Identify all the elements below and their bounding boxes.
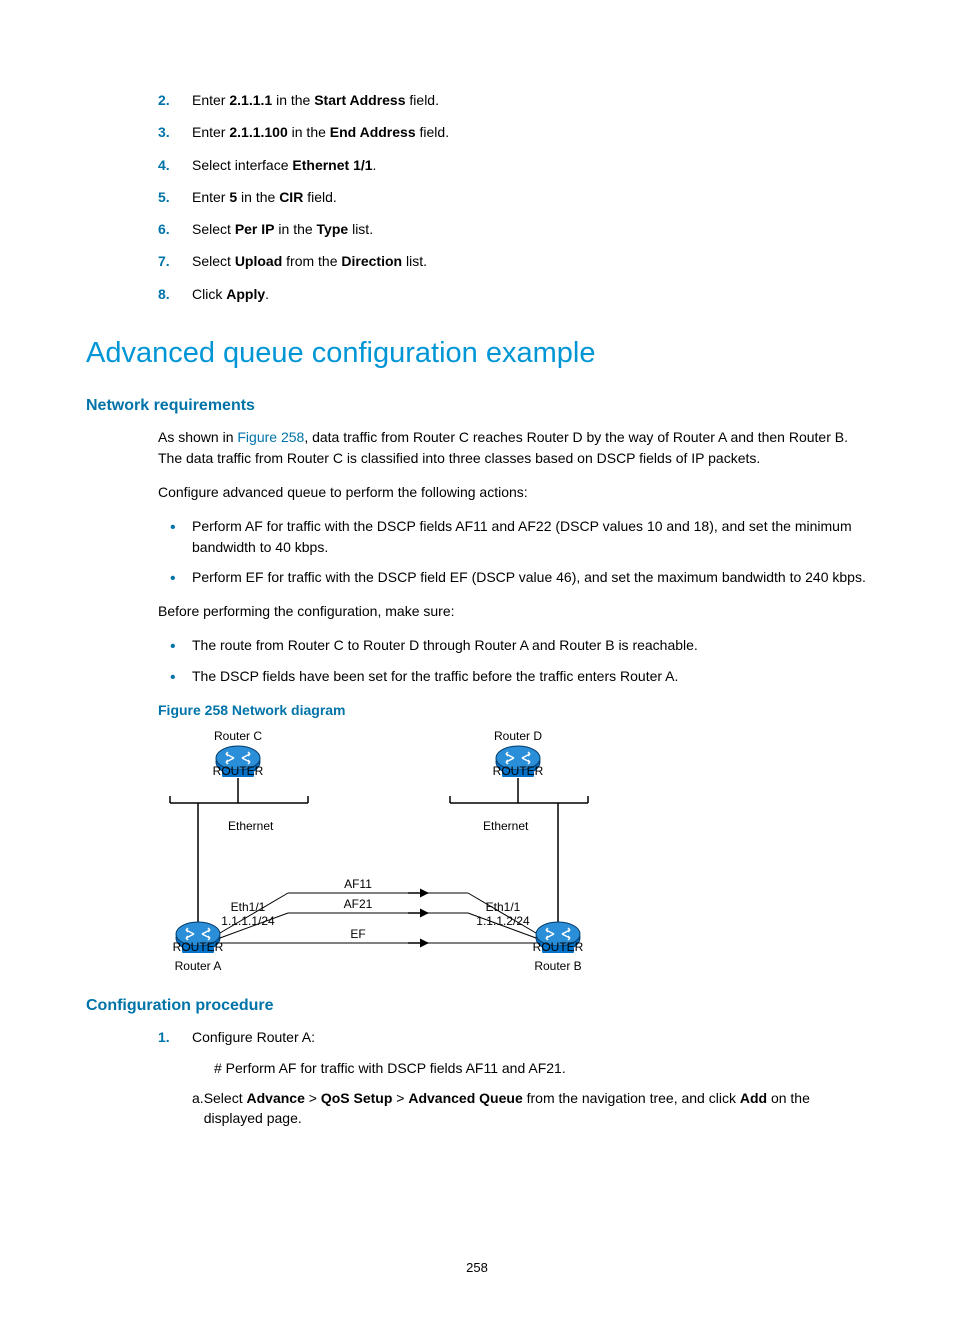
substep-letter: a.	[192, 1088, 204, 1129]
substep-text: Select Advance > QoS Setup > Advanced Qu…	[204, 1088, 868, 1129]
step-number: 6.	[158, 219, 192, 239]
page-number: 258	[86, 1259, 868, 1278]
text: As shown in	[158, 429, 237, 445]
label-ethernet-right: Ethernet	[483, 819, 529, 833]
label-ethernet-left: Ethernet	[228, 819, 274, 833]
prereq-bullet-list: The route from Router C to Router D thro…	[158, 635, 868, 686]
bullet-item: Perform AF for traffic with the DSCP fie…	[158, 516, 868, 557]
step-text: Click Apply.	[192, 284, 269, 304]
step-text: Enter 2.1.1.100 in the End Address field…	[192, 122, 449, 142]
requirements-body: As shown in Figure 258, data traffic fro…	[158, 427, 868, 686]
step-number: 2.	[158, 90, 192, 110]
step-number: 4.	[158, 155, 192, 175]
step-item: 5.Enter 5 in the CIR field.	[158, 187, 868, 207]
step-text: Enter 2.1.1.1 in the Start Address field…	[192, 90, 439, 110]
step-text: Enter 5 in the CIR field.	[192, 187, 337, 207]
step-item: 8.Click Apply.	[158, 284, 868, 304]
label-af11: AF11	[344, 877, 372, 891]
router-badge: ROUTER	[533, 940, 584, 954]
label-router-b: Router B	[534, 959, 581, 973]
requirements-heading: Network requirements	[86, 394, 868, 417]
network-diagram: Router C Router D ROUTER ROUTER Ethernet…	[158, 728, 618, 978]
step-item: 3.Enter 2.1.1.100 in the End Address fie…	[158, 122, 868, 142]
procedure-step-1: 1. Configure Router A: # Perform AF for …	[158, 1027, 868, 1138]
actions-bullet-list: Perform AF for traffic with the DSCP fie…	[158, 516, 868, 587]
step-text: Select Upload from the Direction list.	[192, 251, 427, 271]
step-number: 5.	[158, 187, 192, 207]
step-number: 1.	[158, 1027, 192, 1138]
requirements-para-2: Configure advanced queue to perform the …	[158, 482, 868, 502]
label-router-a: Router A	[175, 959, 222, 973]
label-ethA: Eth1/1	[231, 900, 266, 914]
label-ef: EF	[350, 927, 365, 941]
step-item: 6.Select Per IP in the Type list.	[158, 219, 868, 239]
step-item: 7.Select Upload from the Direction list.	[158, 251, 868, 271]
step-text: Configure Router A:	[192, 1029, 315, 1045]
step-number: 3.	[158, 122, 192, 142]
step-item: 4.Select interface Ethernet 1/1.	[158, 155, 868, 175]
router-badge: ROUTER	[213, 764, 264, 778]
router-badge: ROUTER	[493, 764, 544, 778]
top-steps-list: 2.Enter 2.1.1.1 in the Start Address fie…	[86, 90, 868, 304]
requirements-para-1: As shown in Figure 258, data traffic fro…	[158, 427, 868, 468]
requirements-para-3: Before performing the configuration, mak…	[158, 601, 868, 621]
step-item: 2.Enter 2.1.1.1 in the Start Address fie…	[158, 90, 868, 110]
figure-caption: Figure 258 Network diagram	[158, 700, 868, 720]
bullet-item: The route from Router C to Router D thro…	[158, 635, 868, 655]
figure-reference-link[interactable]: Figure 258	[237, 429, 304, 445]
bullet-item: Perform EF for traffic with the DSCP fie…	[158, 567, 868, 587]
procedure-substep-a: a. Select Advance > QoS Setup > Advanced…	[192, 1088, 868, 1129]
step-number: 7.	[158, 251, 192, 271]
label-router-d: Router D	[494, 729, 542, 743]
procedure-heading: Configuration procedure	[86, 994, 868, 1017]
step-subtext: # Perform AF for traffic with DSCP field…	[214, 1058, 868, 1078]
bullet-item: The DSCP fields have been set for the tr…	[158, 666, 868, 686]
router-badge: ROUTER	[173, 940, 224, 954]
step-number: 8.	[158, 284, 192, 304]
label-router-c: Router C	[214, 729, 262, 743]
step-text: Select interface Ethernet 1/1.	[192, 155, 376, 175]
label-af21: AF21	[344, 897, 373, 911]
step-text: Select Per IP in the Type list.	[192, 219, 373, 239]
section-heading: Advanced queue configuration example	[86, 332, 868, 374]
procedure-list: 1. Configure Router A: # Perform AF for …	[158, 1027, 868, 1138]
